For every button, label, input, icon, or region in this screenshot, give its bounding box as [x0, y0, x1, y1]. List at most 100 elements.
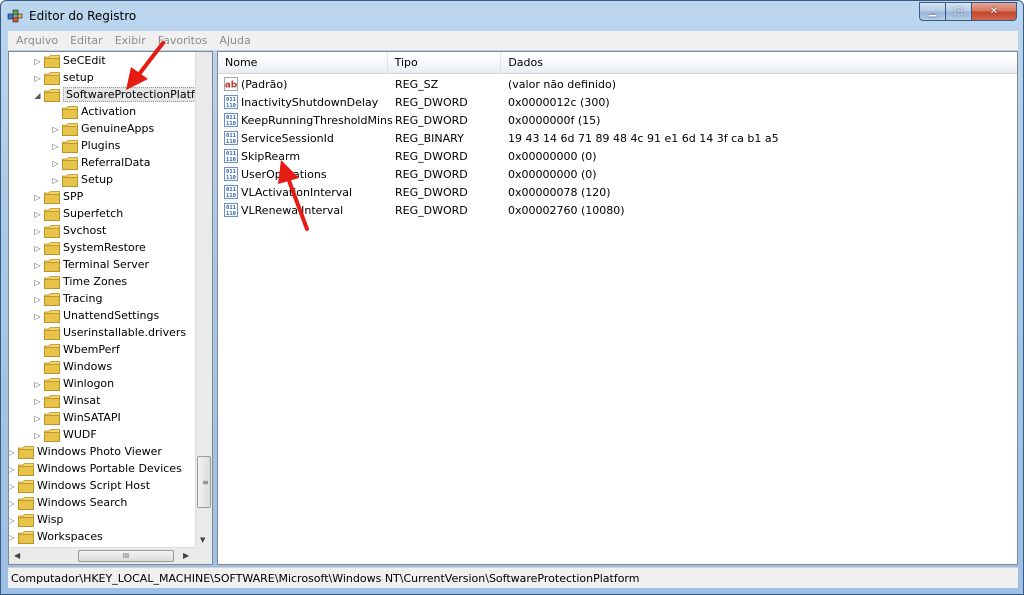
title-bar[interactable]: Editor do Registro ▁ ▢ ✕ — [1, 1, 1023, 31]
tree-item[interactable]: ▷ UnattendSettings — [9, 308, 199, 325]
tree-item[interactable]: ▷ Plugins — [9, 138, 199, 155]
expand-icon[interactable]: ▷ — [9, 533, 16, 542]
expand-icon[interactable]: ▷ — [9, 482, 16, 491]
expand-icon[interactable]: ▷ — [9, 448, 16, 457]
expand-icon[interactable]: ▷ — [33, 414, 42, 423]
column-header-name[interactable]: Nome — [218, 52, 388, 74]
scroll-left-icon[interactable]: ◀ — [14, 551, 20, 560]
scroll-corner — [195, 547, 212, 564]
collapse-icon[interactable]: ◢ — [33, 91, 42, 100]
expand-icon[interactable]: ▷ — [51, 125, 60, 134]
value-row[interactable]: 011 110 VLActivationInterval REG_DWORD 0x000… — [218, 183, 1017, 201]
value-name: ServiceSessionId — [241, 131, 334, 145]
maximize-button[interactable]: ▢ — [945, 2, 971, 21]
tree-item[interactable]: ▷ Winsat — [9, 393, 199, 410]
expand-icon[interactable]: ▷ — [33, 380, 42, 389]
expand-icon[interactable]: ▷ — [33, 312, 42, 321]
tree-vertical-scrollbar[interactable]: ≡ ▼ — [195, 52, 212, 547]
folder-icon — [44, 327, 60, 340]
expand-icon[interactable]: ▷ — [51, 176, 60, 185]
tree-item[interactable]: ▷ Svchost — [9, 223, 199, 240]
close-button[interactable]: ✕ — [971, 2, 1017, 21]
value-row[interactable]: 011 110 VLRenewalInterval REG_DWORD 0x000027… — [218, 201, 1017, 219]
tree-item-label: Windows Photo Viewer — [37, 445, 162, 458]
tree-item[interactable]: ▷ Time Zones — [9, 274, 199, 291]
registry-tree-pane[interactable]: ▷ SeCEdit ▷ setup ◢ SoftwareProtectionPlatfor… — [8, 51, 213, 565]
expand-icon[interactable]: ▷ — [33, 261, 42, 270]
value-name: InactivityShutdownDelay — [241, 95, 379, 109]
registry-editor-window: Editor do Registro ▁ ▢ ✕ Arquivo Editar … — [0, 0, 1024, 595]
expand-icon[interactable]: ▷ — [9, 499, 16, 508]
svg-text:110: 110 — [226, 175, 236, 181]
value-row[interactable]: 011 110 KeepRunningThresholdMins REG_DWORD 0… — [218, 111, 1017, 129]
tree-item[interactable]: ▷ Wisp — [9, 512, 199, 529]
menu-arquivo[interactable]: Arquivo — [10, 34, 64, 47]
menu-favoritos[interactable]: Favoritos — [152, 34, 214, 47]
tree-item[interactable]: ◢ SoftwareProtectionPlatform — [9, 87, 212, 104]
folder-icon — [18, 446, 34, 459]
svg-text:110: 110 — [226, 103, 236, 109]
value-row[interactable]: 011 110 UserOperations REG_DWORD 0x00000000 … — [218, 165, 1017, 183]
tree-hscroll-thumb[interactable]: III — [78, 550, 174, 562]
tree-item-label: Activation — [81, 105, 137, 118]
value-type: REG_DWORD — [395, 167, 468, 181]
tree-item[interactable]: ▷ Windows Script Host — [9, 478, 199, 495]
menu-editar[interactable]: Editar — [64, 34, 109, 47]
tree-item[interactable]: ▷ Tracing — [9, 291, 199, 308]
tree-item[interactable]: ▷ Windows Photo Viewer — [9, 444, 199, 461]
expand-icon[interactable]: ▷ — [33, 278, 42, 287]
expand-icon[interactable]: ▷ — [33, 397, 42, 406]
expand-icon[interactable]: ▷ — [9, 516, 16, 525]
tree-item[interactable]: ▷ Windows Portable Devices — [9, 461, 199, 478]
expand-icon[interactable]: ▷ — [33, 193, 42, 202]
expand-icon[interactable]: ▷ — [33, 244, 42, 253]
values-list-pane[interactable]: Nome Tipo Dados ab (Padrão) REG_SZ (valor n… — [217, 51, 1018, 565]
expand-icon[interactable]: ▷ — [33, 295, 42, 304]
expand-icon[interactable]: ▷ — [9, 465, 16, 474]
tree-item[interactable]: ▷ GenuineApps — [9, 121, 199, 138]
scroll-down-icon[interactable]: ▼ — [200, 536, 205, 544]
expand-icon[interactable]: ▷ — [33, 227, 42, 236]
value-row[interactable]: 011 110 SkipRearm REG_DWORD 0x00000000 (0) — [218, 147, 1017, 165]
expand-icon[interactable]: ▷ — [33, 431, 42, 440]
tree-item[interactable]: ▷ Windows Search — [9, 495, 199, 512]
tree-item[interactable]: ▷ Setup — [9, 172, 199, 189]
binary-value-icon: 011110 — [224, 113, 238, 127]
value-row[interactable]: ab (Padrão) REG_SZ (valor não definido) — [218, 75, 1017, 93]
tree-item[interactable]: ▷ Terminal Server — [9, 257, 199, 274]
expand-icon[interactable]: ▷ — [33, 210, 42, 219]
value-row[interactable]: 011 110 InactivityShutdownDelay REG_DWORD 0x… — [218, 93, 1017, 111]
minimize-button[interactable]: ▁ — [919, 2, 945, 21]
tree-vscroll-thumb[interactable]: ≡ — [197, 456, 211, 508]
tree-item[interactable]: WbemPerf — [9, 342, 199, 359]
tree-item-label: ReferralData — [81, 156, 151, 169]
tree-item[interactable]: Userinstallable.drivers — [9, 325, 199, 342]
menu-ajuda[interactable]: Ajuda — [213, 34, 256, 47]
tree-item[interactable]: ▷ Superfetch — [9, 206, 199, 223]
tree-item[interactable]: Windows — [9, 359, 199, 376]
column-header-type[interactable]: Tipo — [388, 52, 502, 74]
tree-item[interactable]: ▷ SystemRestore — [9, 240, 199, 257]
tree-item[interactable]: ▷ setup — [9, 70, 199, 87]
tree-item[interactable]: ▷ Workspaces — [9, 529, 199, 546]
column-header-data[interactable]: Dados — [501, 52, 1017, 74]
menu-exibir[interactable]: Exibir — [109, 34, 152, 47]
svg-text:110: 110 — [226, 193, 236, 199]
expand-icon[interactable]: ▷ — [33, 74, 42, 83]
value-type: REG_DWORD — [395, 203, 468, 217]
tree-item[interactable]: Activation — [9, 104, 199, 121]
scroll-right-icon[interactable]: ▶ — [183, 551, 189, 560]
tree-item[interactable]: ▷ SPP — [9, 189, 199, 206]
expand-icon[interactable]: ▷ — [51, 159, 60, 168]
tree-item[interactable]: ▷ Winlogon — [9, 376, 199, 393]
tree-horizontal-scrollbar[interactable]: ◀ III ▶ — [9, 547, 212, 564]
tree-item[interactable]: ▷ WUDF — [9, 427, 199, 444]
expand-icon[interactable]: ▷ — [33, 57, 42, 66]
folder-icon — [18, 531, 34, 544]
value-row[interactable]: 011 110 ServiceSessionId REG_BINARY 19 43 14… — [218, 129, 1017, 147]
tree-item[interactable]: ▷ ReferralData — [9, 155, 199, 172]
expand-icon[interactable]: ▷ — [51, 142, 60, 151]
value-name: VLRenewalInterval — [241, 203, 344, 217]
tree-item[interactable]: ▷ WinSATAPI — [9, 410, 199, 427]
tree-item[interactable]: ▷ SeCEdit — [9, 53, 199, 70]
